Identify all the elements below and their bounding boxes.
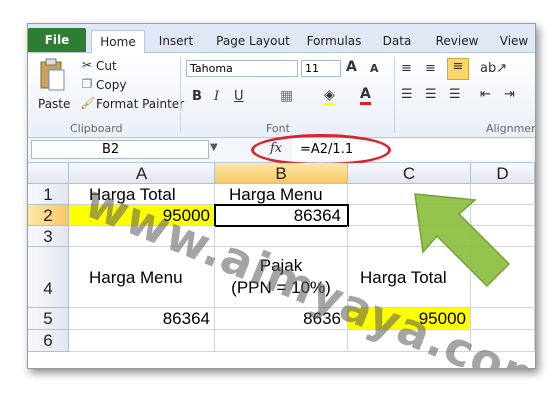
font-color-icon[interactable]: A (360, 86, 371, 105)
underline-button[interactable]: U (234, 89, 244, 104)
tab-page-layout[interactable]: Page Layout (211, 30, 295, 52)
grow-font-icon[interactable]: A (346, 59, 357, 75)
column-header-d[interactable]: D (471, 163, 535, 184)
clipboard-group-label: Clipboard (70, 122, 123, 135)
paste-button[interactable]: Paste (38, 97, 70, 111)
alignment-group-label: Alignment (486, 122, 535, 135)
ribbon-separator (180, 57, 181, 133)
row-header-3[interactable]: 3 (28, 226, 69, 247)
align-center-icon[interactable]: ☰ (425, 87, 437, 102)
column-header-b[interactable]: B (215, 163, 348, 184)
tab-data[interactable]: Data (376, 30, 418, 52)
select-all-corner[interactable] (28, 163, 69, 184)
italic-button[interactable]: I (214, 89, 219, 104)
chevron-down-icon[interactable]: ▼ (210, 142, 218, 153)
ribbon-separator (394, 57, 395, 133)
tab-formulas[interactable]: Formulas (304, 30, 364, 52)
cell-a5[interactable]: 86364 (69, 308, 215, 330)
row-header-4[interactable]: 4 (28, 247, 69, 308)
cell-a2[interactable]: 95000 (69, 205, 215, 226)
cell-a6[interactable] (69, 330, 215, 352)
align-bottom-icon[interactable]: ≡ (447, 58, 469, 80)
cell-b6[interactable] (215, 330, 348, 352)
format-painter-icon[interactable]: 🖌 (80, 96, 95, 110)
font-group-label: Font (266, 122, 290, 135)
cell-b4[interactable]: Pajak (PPN = 10%) (215, 247, 348, 308)
cell-d6[interactable] (471, 330, 535, 352)
scissors-icon[interactable]: ✂ (80, 58, 94, 72)
copy-button[interactable]: Copy (96, 78, 126, 92)
shrink-font-icon[interactable]: A (370, 62, 379, 75)
align-top-icon[interactable]: ≡ (401, 61, 412, 76)
name-box[interactable]: B2 (31, 140, 209, 159)
row-header-5[interactable]: 5 (28, 308, 69, 330)
ribbon-tabs: File Home Insert Page Layout Formulas Da… (28, 24, 535, 53)
copy-icon[interactable]: ❐ (80, 77, 94, 91)
cell-c6[interactable] (348, 330, 471, 352)
selection-border (214, 204, 349, 227)
cell-a1[interactable]: Harga Total (69, 184, 215, 205)
paste-icon[interactable] (38, 58, 66, 92)
column-header-a[interactable]: A (69, 163, 215, 184)
formula-bar: B2 ▼ fx =A2/1.1 (28, 134, 535, 166)
excel-window: File Home Insert Page Layout Formulas Da… (27, 23, 536, 369)
cut-button[interactable]: Cut (96, 59, 117, 73)
cell-d5[interactable] (471, 308, 535, 330)
cell-b4-line-1: Pajak (259, 256, 303, 275)
font-size-select[interactable]: 11 (301, 60, 341, 77)
highlight-circle (251, 134, 391, 166)
cell-b1[interactable]: Harga Menu (215, 184, 348, 205)
bold-button[interactable]: B (192, 89, 202, 104)
cell-b5[interactable]: 8636 (215, 308, 348, 330)
ribbon: Paste ✂ Cut ❐ Copy 🖌 Format Painter Clip… (28, 53, 535, 138)
cell-c5[interactable]: 95000 (348, 308, 471, 330)
decrease-indent-icon[interactable]: ⇤ (480, 87, 491, 102)
tab-insert[interactable]: Insert (152, 30, 200, 52)
tab-view[interactable]: View (494, 30, 534, 52)
cell-a4[interactable]: Harga Menu (69, 247, 215, 308)
font-name-select[interactable]: Tahoma (186, 60, 298, 77)
row-header-2[interactable]: 2 (28, 205, 69, 226)
row-header-6[interactable]: 6 (28, 330, 69, 352)
tab-file[interactable]: File (28, 28, 86, 52)
row-header-1[interactable]: 1 (28, 184, 69, 205)
column-header-c[interactable]: C (348, 163, 471, 184)
pointer-arrow-icon (414, 193, 511, 288)
fill-color-icon[interactable]: ◈ (324, 87, 335, 106)
align-middle-icon[interactable]: ≡ (425, 61, 436, 76)
cell-a3[interactable] (69, 226, 215, 247)
tab-home[interactable]: Home (91, 30, 145, 53)
tab-review[interactable]: Review (430, 30, 484, 52)
cell-b4-line-2: (PPN = 10%) (231, 278, 331, 297)
orientation-icon[interactable]: ab↗ (480, 61, 507, 76)
cell-b3[interactable] (215, 226, 348, 247)
format-painter-button[interactable]: Format Painter (96, 97, 184, 111)
increase-indent-icon[interactable]: ⇥ (504, 87, 515, 102)
align-left-icon[interactable]: ☰ (401, 87, 413, 102)
borders-icon[interactable]: ▦ (280, 88, 293, 104)
align-right-icon[interactable]: ☰ (449, 87, 461, 102)
